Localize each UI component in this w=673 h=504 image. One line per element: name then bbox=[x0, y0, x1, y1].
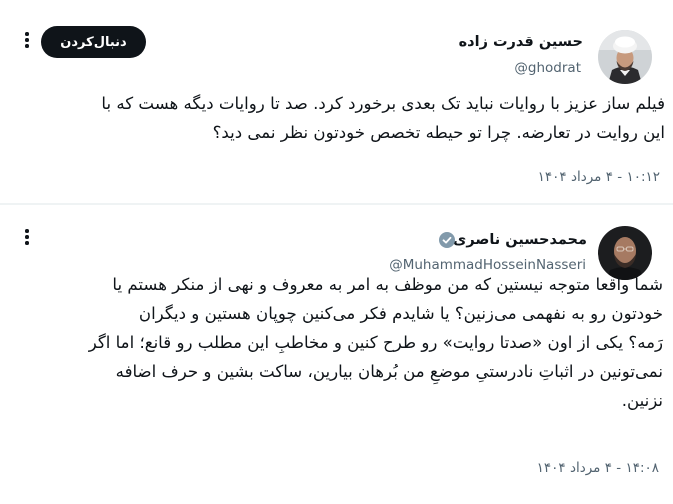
follow-button[interactable]: دنبال‌کردن bbox=[41, 26, 146, 58]
tweet-text-line: نزنین. bbox=[621, 391, 663, 410]
tweet-thread: حسین قدرت زاده @ghodrat دنبال‌کردن فیلم … bbox=[0, 0, 673, 504]
author-name[interactable]: محمدحسین ناصری bbox=[453, 232, 587, 248]
verified-badge-icon bbox=[439, 232, 455, 248]
tweet-text: شما واقعا متوجه نیستین که من موظف به امر… bbox=[3, 270, 663, 415]
tweet-text-line: شما واقعا متوجه نیستین که من موظف به امر… bbox=[112, 275, 663, 294]
tweet-text: فیلم ساز عزیز با روایات نباید تک بعدی بر… bbox=[1, 89, 665, 147]
tweet-2[interactable]: محمدحسین ناصری @MuhammadHosseinNasseri ش… bbox=[0, 205, 673, 504]
cleric-avatar-icon bbox=[598, 30, 652, 84]
author-handle[interactable]: @ghodrat bbox=[514, 60, 581, 76]
tweet-timestamp[interactable]: ۱۴:۰۸ - ۴ مرداد ۱۴۰۴ bbox=[537, 460, 659, 476]
more-options-icon[interactable] bbox=[22, 30, 32, 50]
tweet-timestamp[interactable]: ۱۰:۱۲ - ۴ مرداد ۱۴۰۴ bbox=[538, 169, 660, 185]
tweet-text-line: نمی‌تونین در اثباتِ نادرستیِ موضعِ من بُ… bbox=[115, 362, 663, 381]
tweet-text-line: خودتون رو به نفهمی می‌زنین؟ یا شایدم فکر… bbox=[138, 304, 663, 323]
avatar[interactable] bbox=[598, 30, 652, 84]
tweet-text-line: این روایت در تعارضه. چرا تو حیطه تخصص خو… bbox=[212, 123, 665, 142]
author-name[interactable]: حسین قدرت زاده bbox=[459, 34, 583, 50]
more-options-icon[interactable] bbox=[22, 227, 32, 247]
tweet-text-line: فیلم ساز عزیز با روایات نباید تک بعدی بر… bbox=[101, 94, 665, 113]
tweet-text-line: رَمه؟ یکی از اون «صدتا روایت» رو طرح کنی… bbox=[88, 333, 663, 352]
tweet-1[interactable]: حسین قدرت زاده @ghodrat دنبال‌کردن فیلم … bbox=[0, 0, 673, 205]
